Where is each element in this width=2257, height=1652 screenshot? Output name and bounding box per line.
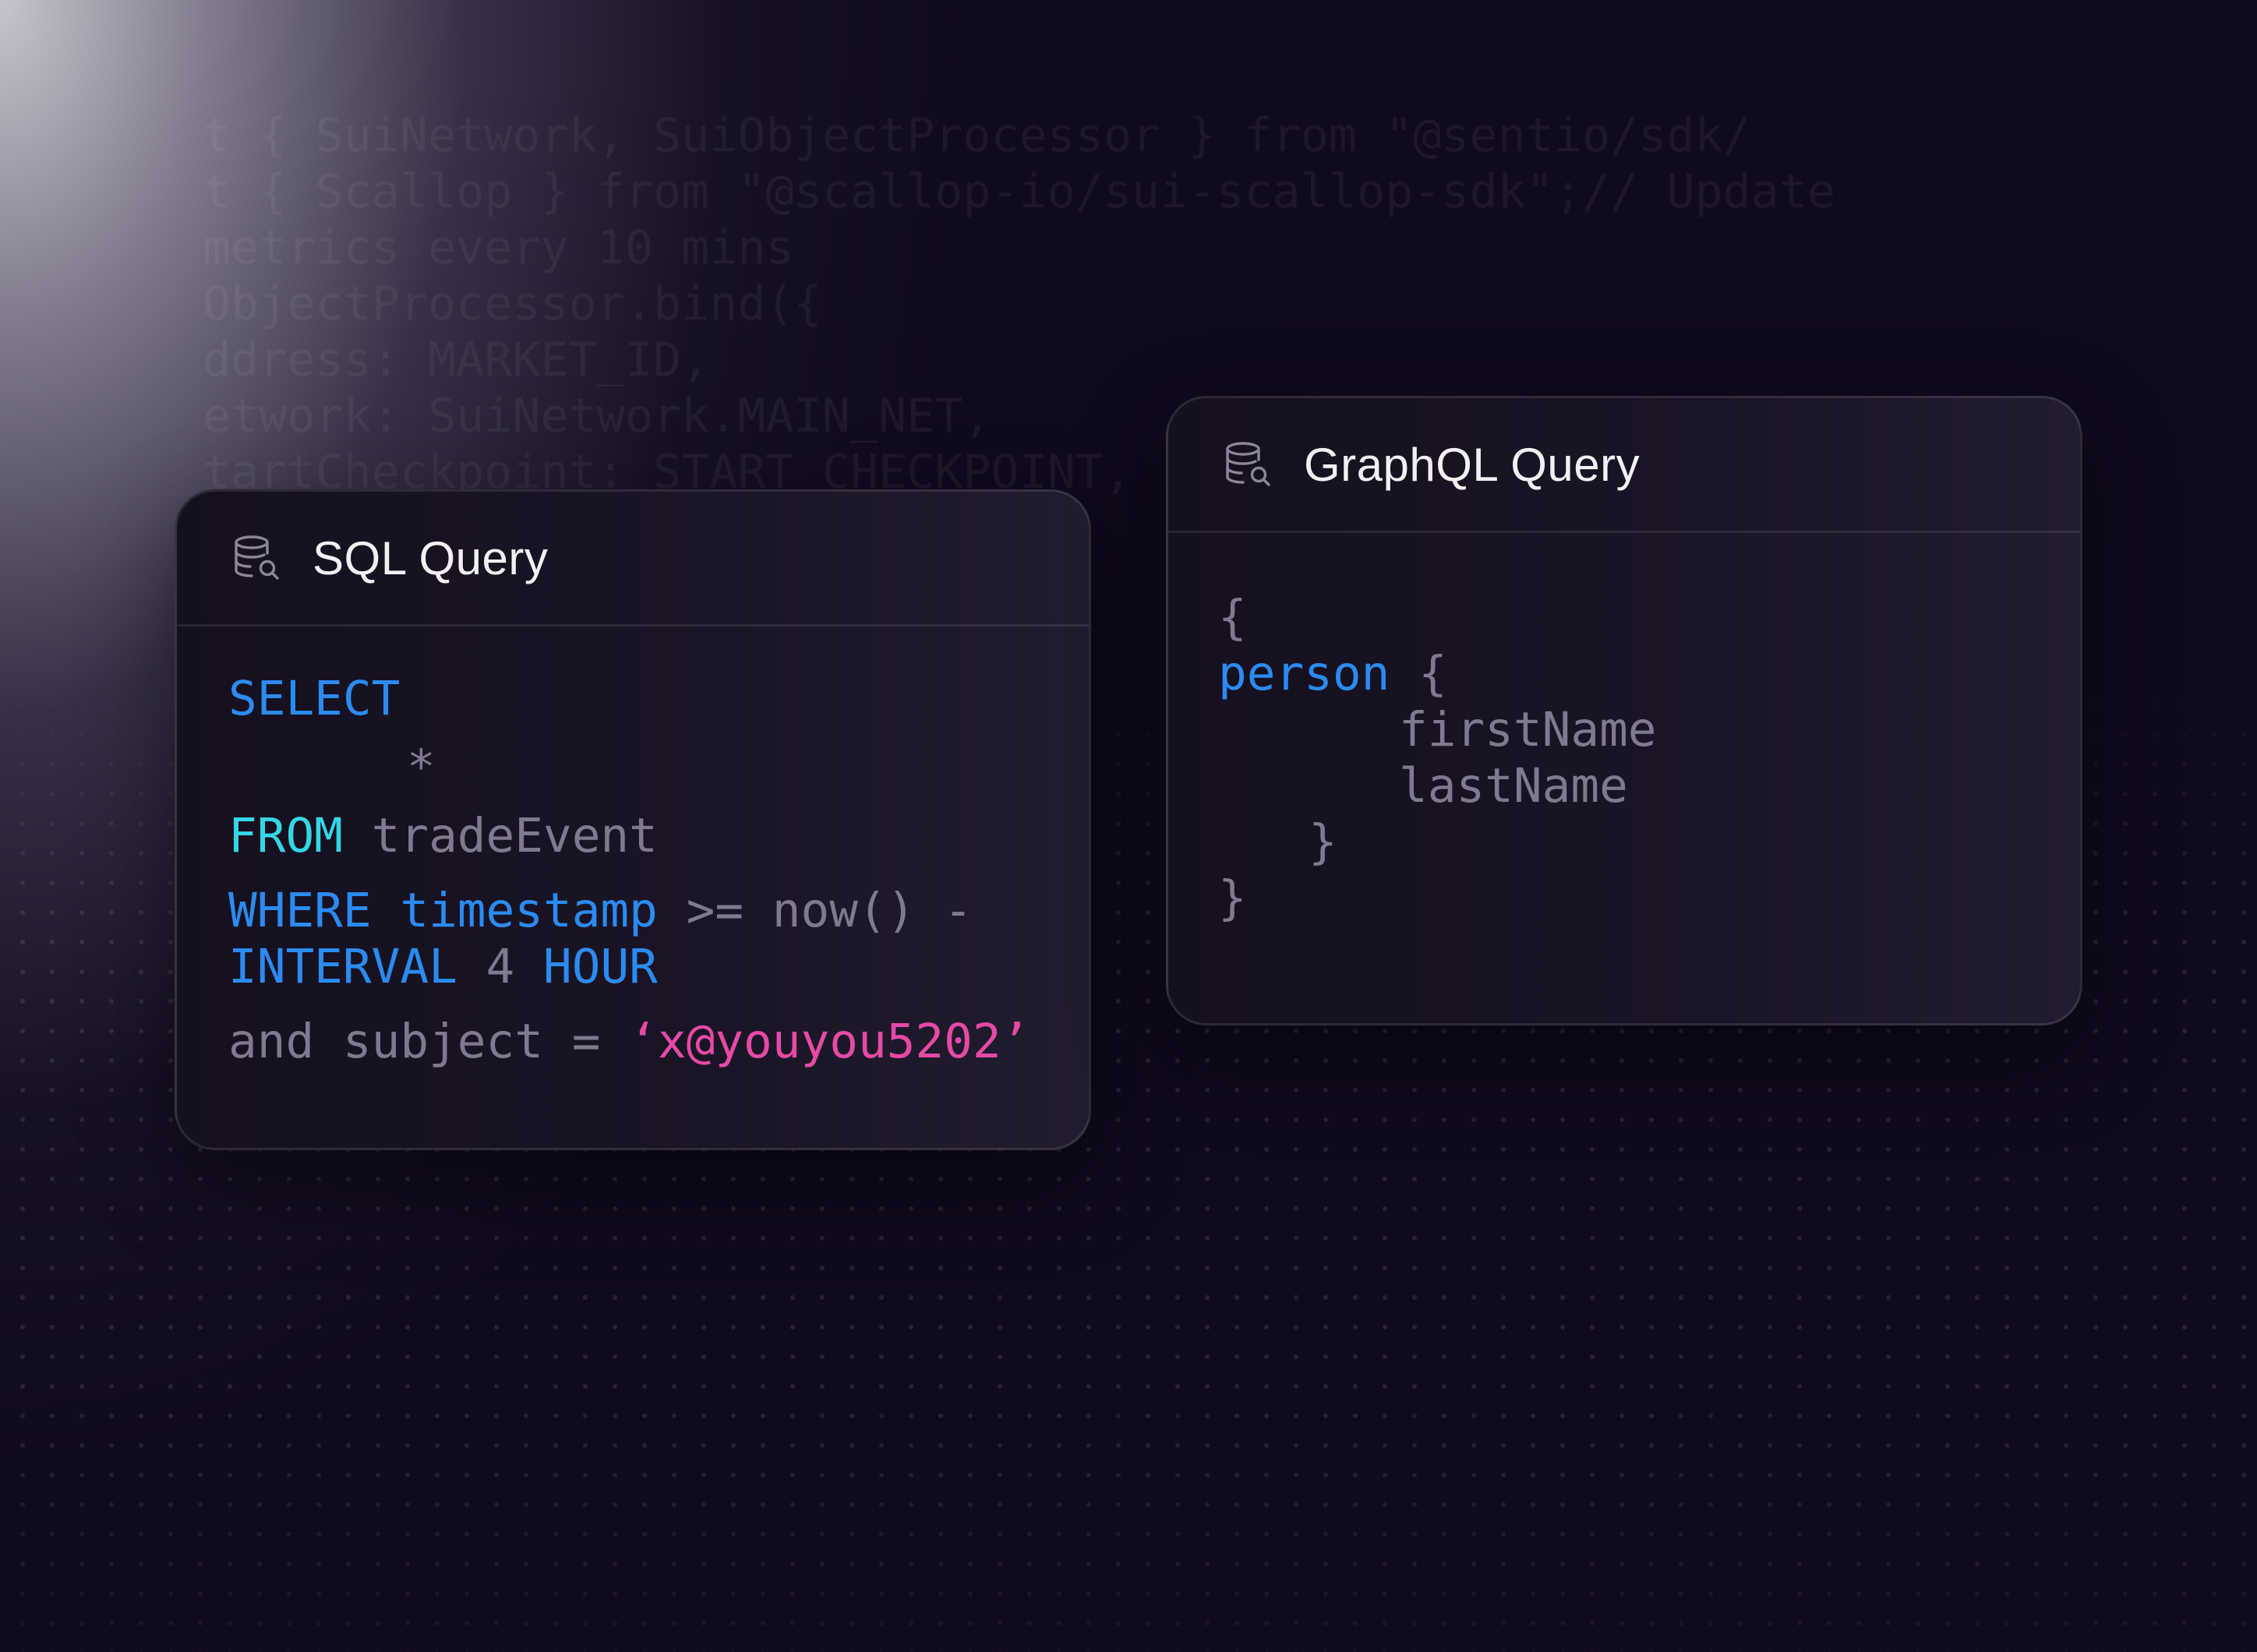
graphql-line-close-inner: } [1309, 814, 1337, 870]
graphql-field-person: person [1218, 646, 1390, 701]
sql-query-card: SQL Query SELECT * FROM tradeEvent WHERE… [175, 489, 1091, 1150]
sql-keyword: WHERE timestamp [228, 883, 658, 938]
graphql-line-open-brace: { [1218, 590, 1247, 645]
graphql-brace: { [1218, 590, 1247, 645]
sql-keyword: INTERVAL [228, 939, 457, 994]
sql-number: 4 [457, 939, 543, 994]
sql-line-interval: INTERVAL 4 HOUR [228, 939, 658, 994]
background-code-line: metrics every 10 mins [203, 221, 794, 275]
database-search-icon [1226, 442, 1270, 486]
sql-string-literal: ‘x@youyou5202’ [629, 1014, 1030, 1069]
graphql-line-lastname: lastName [1399, 758, 1628, 814]
background-code-line: t { SuiNetwork, SuiObjectProcessor } fro… [203, 108, 1751, 163]
sql-wildcard: * [407, 740, 436, 795]
graphql-line-firstname: firstName [1399, 702, 1657, 757]
sql-line-select: SELECT [228, 671, 400, 726]
sql-card-title: SQL Query [313, 531, 549, 584]
database-search-icon [235, 535, 279, 580]
background-code-line: ObjectProcessor.bind({ [203, 277, 822, 331]
graphql-line-close-outer: } [1218, 870, 1247, 926]
sql-line-from: FROM tradeEvent [228, 808, 658, 863]
sql-line-star: * [407, 740, 436, 795]
sql-expression: >= now() - [657, 883, 973, 938]
graphql-line-person: person { [1218, 646, 1447, 701]
sql-line-and: and subject = ‘x@youyou5202’ [228, 1014, 1030, 1069]
graphql-field-lastname: lastName [1399, 758, 1628, 814]
graphql-card-title: GraphQL Query [1304, 438, 1641, 491]
background-code-line: ddress: MARKET_ID, [203, 333, 710, 387]
sql-keyword: SELECT [228, 671, 401, 726]
graphql-brace: } [1218, 870, 1247, 926]
graphql-brace: } [1309, 814, 1337, 870]
graphql-query-card: GraphQL Query { person { firstName lastN… [1166, 396, 2082, 1025]
graphql-field-firstname: firstName [1399, 702, 1657, 757]
graphql-card-header: GraphQL Query [1168, 398, 2080, 533]
sql-code-block: SELECT * FROM tradeEvent WHERE timestamp… [228, 671, 1030, 1114]
sql-expression: and subject = [228, 1014, 630, 1069]
sql-line-where: WHERE timestamp >= now() - [228, 883, 973, 938]
sql-keyword: HOUR [543, 939, 658, 994]
graphql-code-block: { person { firstName lastName } } [1218, 590, 1657, 1023]
background-code-line: t { Scallop } from "@scallop-io/sui-scal… [203, 164, 1836, 219]
sql-keyword: FROM [228, 808, 343, 863]
graphql-brace: { [1390, 646, 1447, 701]
sql-card-header: SQL Query [177, 492, 1089, 627]
sql-table-name: tradeEvent [342, 808, 658, 863]
